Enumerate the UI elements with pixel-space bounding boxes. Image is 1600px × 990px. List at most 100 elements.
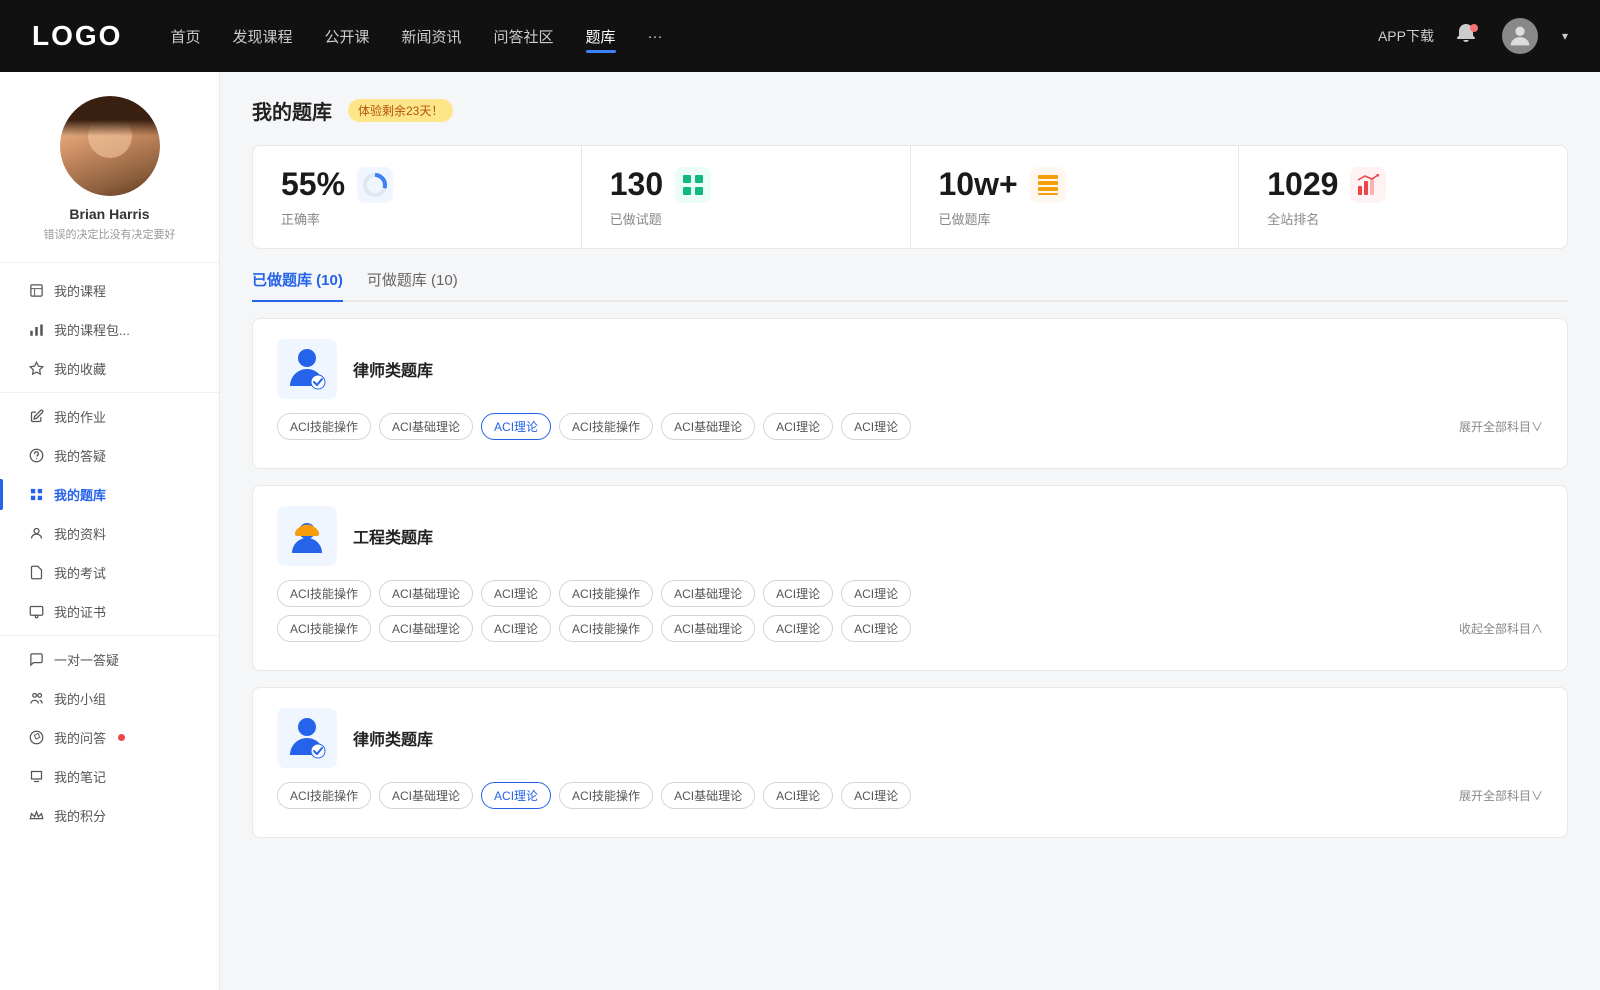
sidebar-item-courses[interactable]: 我的课程: [0, 271, 219, 310]
eng-tag-r1-6[interactable]: ACI理论: [841, 580, 911, 607]
nav-discover[interactable]: 发现课程: [232, 26, 292, 47]
qbank-card-lawyer-2: 律师类题库 ACI技能操作 ACI基础理论 ACI理论 ACI技能操作 ACI基…: [252, 687, 1568, 838]
tab-todo[interactable]: 可做题库 (10): [367, 269, 458, 300]
eng-tag-r2-0[interactable]: ACI技能操作: [277, 615, 371, 642]
book-icon: [28, 283, 44, 299]
eng-tag-r1-3[interactable]: ACI技能操作: [559, 580, 653, 607]
logo[interactable]: LOGO: [32, 20, 122, 52]
tag-0[interactable]: ACI技能操作: [277, 413, 371, 440]
collapse-link-eng[interactable]: 收起全部科目∧: [1459, 620, 1543, 637]
stat-rank-label: 全站排名: [1267, 209, 1539, 228]
nav-more[interactable]: ···: [648, 28, 663, 45]
sidebar-label-group: 我的小组: [54, 689, 106, 708]
eng-tag-r1-1[interactable]: ACI基础理论: [379, 580, 473, 607]
qbank-title-engineer: 工程类题库: [353, 524, 433, 548]
chart-icon: [28, 322, 44, 338]
sidebar-item-qbank[interactable]: 我的题库: [0, 475, 219, 514]
stat-questions: 130 已做试题: [582, 146, 911, 248]
tag-1[interactable]: ACI基础理论: [379, 413, 473, 440]
tag-2[interactable]: ACI理论: [481, 413, 551, 440]
qbank-header-engineer: 工程类题库: [277, 506, 1543, 566]
notification-bell[interactable]: [1454, 22, 1482, 50]
expand-link-1[interactable]: 展开全部科目∨: [1459, 418, 1543, 435]
sidebar-item-cert[interactable]: 我的证书: [0, 592, 219, 631]
eng-tag-r2-6[interactable]: ACI理论: [841, 615, 911, 642]
tag-5[interactable]: ACI理论: [763, 413, 833, 440]
topnav: LOGO 首页 发现课程 公开课 新闻资讯 问答社区 题库 ··· APP下载 …: [0, 0, 1600, 72]
eng-tag-r1-2[interactable]: ACI理论: [481, 580, 551, 607]
nav-qa[interactable]: 问答社区: [494, 26, 554, 47]
user-menu-chevron[interactable]: ▾: [1562, 29, 1568, 43]
sidebar-item-qa[interactable]: 我的答疑: [0, 436, 219, 475]
stat-questions-value: 130: [610, 166, 663, 203]
user-avatar[interactable]: [1502, 18, 1538, 54]
tag-3[interactable]: ACI技能操作: [559, 413, 653, 440]
sidebar-item-profile[interactable]: 我的资料: [0, 514, 219, 553]
sidebar-label-points: 我的积分: [54, 806, 106, 825]
sidebar-item-homework[interactable]: 我的作业: [0, 397, 219, 436]
sidebar-item-myqa[interactable]: 我的问答: [0, 718, 219, 757]
expand-link-2[interactable]: 展开全部科目∨: [1459, 787, 1543, 804]
sidebar-item-course-pack[interactable]: 我的课程包...: [0, 310, 219, 349]
stat-accuracy: 55% 正确率: [253, 146, 582, 248]
qbank-tags-row-eng-2: ACI技能操作 ACI基础理论 ACI理论 ACI技能操作 ACI基础理论 AC…: [277, 615, 1543, 642]
qbank-header-lawyer-2: 律师类题库: [277, 708, 1543, 768]
star-icon: [28, 361, 44, 377]
tag-4[interactable]: ACI基础理论: [661, 413, 755, 440]
sidebar-item-oneonone[interactable]: 一对一答疑: [0, 640, 219, 679]
user-icon: [28, 526, 44, 542]
edit-icon: [28, 409, 44, 425]
sidebar-item-group[interactable]: 我的小组: [0, 679, 219, 718]
nav-links: 首页 发现课程 公开课 新闻资讯 问答社区 题库 ···: [170, 26, 1378, 47]
page-title: 我的题库: [252, 96, 332, 125]
eng-tag-r2-3[interactable]: ACI技能操作: [559, 615, 653, 642]
sidebar-divider-2: [0, 635, 219, 636]
sidebar-item-points[interactable]: 我的积分: [0, 796, 219, 835]
l2-tag-0[interactable]: ACI技能操作: [277, 782, 371, 809]
eng-tag-r2-2[interactable]: ACI理论: [481, 615, 551, 642]
eng-tag-r1-0[interactable]: ACI技能操作: [277, 580, 371, 607]
app-download-link[interactable]: APP下载: [1378, 26, 1434, 46]
stat-questions-label: 已做试题: [610, 209, 882, 228]
sidebar-item-exam[interactable]: 我的考试: [0, 553, 219, 592]
chat-icon: [28, 652, 44, 668]
eng-tag-r1-4[interactable]: ACI基础理论: [661, 580, 755, 607]
compass-icon: [28, 730, 44, 746]
stat-rank: 1029 全站排名: [1239, 146, 1567, 248]
nav-news[interactable]: 新闻资讯: [402, 26, 462, 47]
main-header: 我的题库 体验剩余23天！: [252, 96, 1568, 125]
tab-done[interactable]: 已做题库 (10): [252, 269, 343, 300]
qbank-header-lawyer-1: 律师类题库: [277, 339, 1543, 399]
l2-tag-3[interactable]: ACI技能操作: [559, 782, 653, 809]
sidebar-label-qa: 我的答疑: [54, 446, 106, 465]
memo-icon: [28, 769, 44, 785]
sidebar-item-favorites[interactable]: 我的收藏: [0, 349, 219, 388]
trial-badge: 体验剩余23天！: [348, 99, 453, 122]
eng-tag-r1-5[interactable]: ACI理论: [763, 580, 833, 607]
nav-qbank[interactable]: 题库: [586, 26, 616, 47]
accuracy-icon: [357, 167, 393, 203]
sidebar-item-notes[interactable]: 我的笔记: [0, 757, 219, 796]
l2-tag-6[interactable]: ACI理论: [841, 782, 911, 809]
question-icon: [28, 448, 44, 464]
nav-open-course[interactable]: 公开课: [324, 26, 369, 47]
eng-tag-r2-1[interactable]: ACI基础理论: [379, 615, 473, 642]
l2-tag-2[interactable]: ACI理论: [481, 782, 551, 809]
profile-motto: 错误的决定比没有决定要好: [44, 226, 176, 242]
stat-accuracy-value: 55%: [281, 166, 345, 203]
tag-6[interactable]: ACI理论: [841, 413, 911, 440]
eng-tag-r2-4[interactable]: ACI基础理论: [661, 615, 755, 642]
file-icon: [28, 565, 44, 581]
l2-tag-5[interactable]: ACI理论: [763, 782, 833, 809]
stat-banks: 10w+ 已做题库: [911, 146, 1240, 248]
profile-name: Brian Harris: [69, 206, 149, 222]
qbank-card-lawyer-1: 律师类题库 ACI技能操作 ACI基础理论 ACI理论 ACI技能操作 ACI基…: [252, 318, 1568, 469]
engineer-icon: [277, 506, 337, 566]
l2-tag-4[interactable]: ACI基础理论: [661, 782, 755, 809]
sidebar-label-oneonone: 一对一答疑: [54, 650, 119, 669]
certificate-icon: [28, 604, 44, 620]
sidebar-label-myqa: 我的问答: [54, 728, 106, 747]
eng-tag-r2-5[interactable]: ACI理论: [763, 615, 833, 642]
nav-home[interactable]: 首页: [170, 26, 200, 47]
l2-tag-1[interactable]: ACI基础理论: [379, 782, 473, 809]
